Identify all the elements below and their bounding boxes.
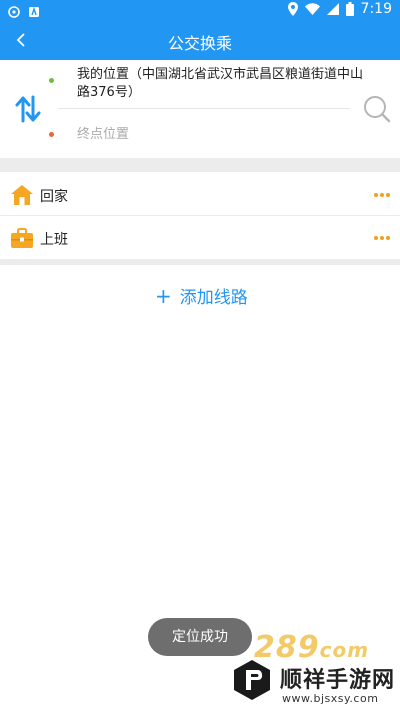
end-dot <box>49 132 54 137</box>
battery-icon <box>345 2 354 16</box>
more-horizontal-icon[interactable] <box>374 236 390 240</box>
app-bar: 公交换乘 <box>0 20 400 60</box>
plus-icon: + <box>155 283 172 308</box>
briefcase-icon <box>10 227 34 249</box>
add-route-label: 添加线路 <box>179 288 248 308</box>
section-separator <box>0 158 400 172</box>
watermark-logo-icon <box>230 658 274 702</box>
watermark-url: www.bjsxsy.com <box>282 692 379 705</box>
app-icon <box>8 3 20 18</box>
start-location-field[interactable]: 我的位置（中国湖北省武汉市武昌区粮道街道中山路376号） <box>77 66 367 102</box>
favorite-home-label: 回家 <box>40 189 68 205</box>
start-dot <box>49 78 54 83</box>
signal-icon <box>326 3 339 15</box>
swap-button[interactable] <box>14 94 42 124</box>
favorite-home-row[interactable]: 回家 <box>0 174 400 216</box>
status-time: 7:19 <box>360 1 392 17</box>
status-bar: 7:19 <box>0 0 400 20</box>
route-panel: 我的位置（中国湖北省武汉市武昌区粮道街道中山路376号） <box>0 60 400 158</box>
end-location-input[interactable] <box>77 124 337 144</box>
section-separator <box>0 259 400 265</box>
swap-vertical-icon <box>15 95 41 123</box>
location-icon <box>287 2 298 16</box>
page-title: 公交换乘 <box>167 34 232 53</box>
favorite-work-row[interactable]: 上班 <box>0 217 400 259</box>
store-icon <box>28 3 40 17</box>
watermark: 289com 顺祥手游网 www.bjsxsy.com <box>224 630 400 710</box>
add-route-button[interactable]: + 添加线路 <box>155 283 248 309</box>
wifi-icon <box>304 3 320 15</box>
search-icon <box>364 96 391 123</box>
watermark-brand: 顺祥手游网 <box>280 668 396 693</box>
search-button[interactable] <box>362 94 392 124</box>
field-divider <box>58 108 350 109</box>
favorite-work-label: 上班 <box>40 232 68 248</box>
more-horizontal-icon[interactable] <box>374 193 390 197</box>
home-icon <box>10 184 34 206</box>
